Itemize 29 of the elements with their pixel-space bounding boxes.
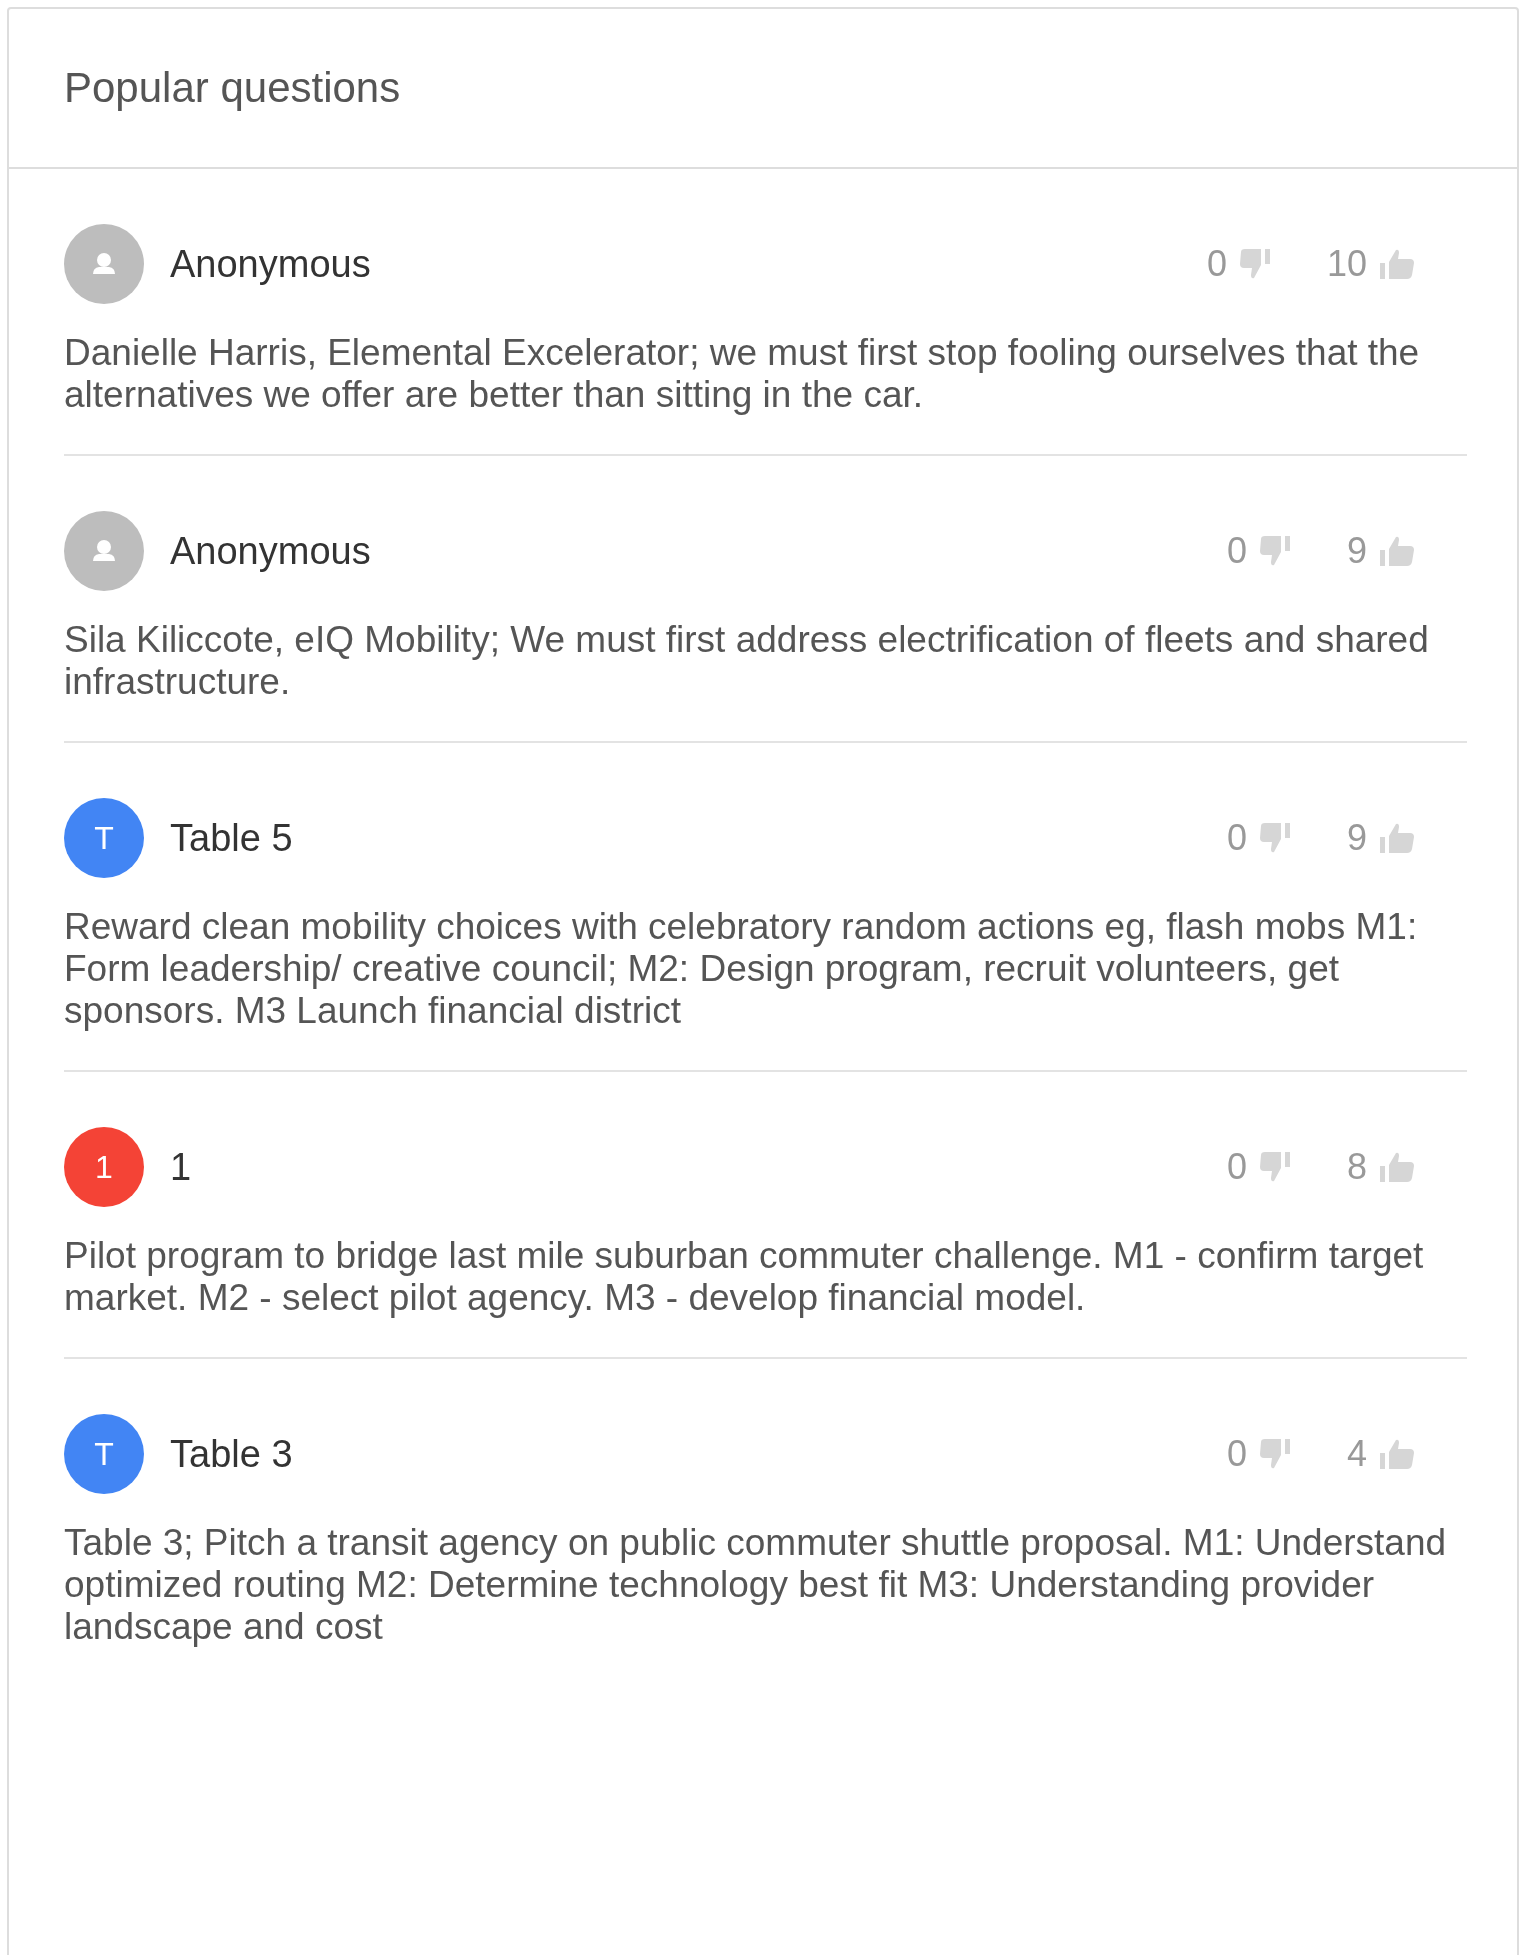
downvote-count: 0: [1226, 1433, 1247, 1475]
avatar-initial: T: [64, 798, 144, 878]
thumbs-up-icon[interactable]: [1379, 822, 1415, 854]
thumbs-up-icon[interactable]: [1379, 1438, 1415, 1470]
downvote-count: 0: [1206, 243, 1227, 285]
question-text: Pilot program to bridge last mile suburban commuter challenge. M1 - confirm target market. M2 - select pilot agency. M3 - develop financial model.: [64, 1235, 1425, 1319]
author-name: 1: [170, 1145, 192, 1189]
avatar-initial: T: [64, 1414, 144, 1494]
question-text: Danielle Harris, Elemental Excelerator; we must first stop fooling ourselves that the alternatives we offer are better than sitting in the car.: [64, 332, 1421, 416]
downvote-count: 0: [1226, 530, 1247, 572]
question-text: Sila Kiliccote, eIQ Mobility; We must first address electrification of fleets and shared infrastructure.: [64, 619, 1430, 703]
downvote-count: 0: [1226, 1146, 1247, 1188]
upvote-count: 9: [1346, 530, 1367, 572]
thumbs-up-icon[interactable]: [1379, 535, 1415, 567]
author-name: Anonymous: [170, 242, 371, 286]
thumbs-up-icon[interactable]: [1379, 248, 1415, 280]
upvote-count: 8: [1346, 1146, 1367, 1188]
upvote-count: 4: [1346, 1433, 1367, 1475]
question-text: Reward clean mobility choices with celebratory random actions eg, flash mobs M1: Form leadership/ creative council; M2: Design program, recruit volunteers, get sponsors. M3 Launch financial district: [64, 906, 1419, 1032]
downvote-count: 0: [1226, 817, 1247, 859]
author-name: Table 5: [170, 816, 293, 860]
avatar-initial: 1: [64, 1127, 144, 1207]
upvote-count: 9: [1346, 817, 1367, 859]
author-name: Table 3: [170, 1432, 293, 1476]
panel-title: Popular questions: [64, 64, 401, 112]
question-text: Table 3; Pitch a transit agency on public commuter shuttle proposal. M1: Understand optimized routing M2: Determine technology best fit M3: Understanding provider landscape and cost: [64, 1522, 1448, 1648]
author-name: Anonymous: [170, 529, 371, 573]
upvote-count: 10: [1326, 243, 1367, 285]
thumbs-up-icon[interactable]: [1379, 1151, 1415, 1183]
